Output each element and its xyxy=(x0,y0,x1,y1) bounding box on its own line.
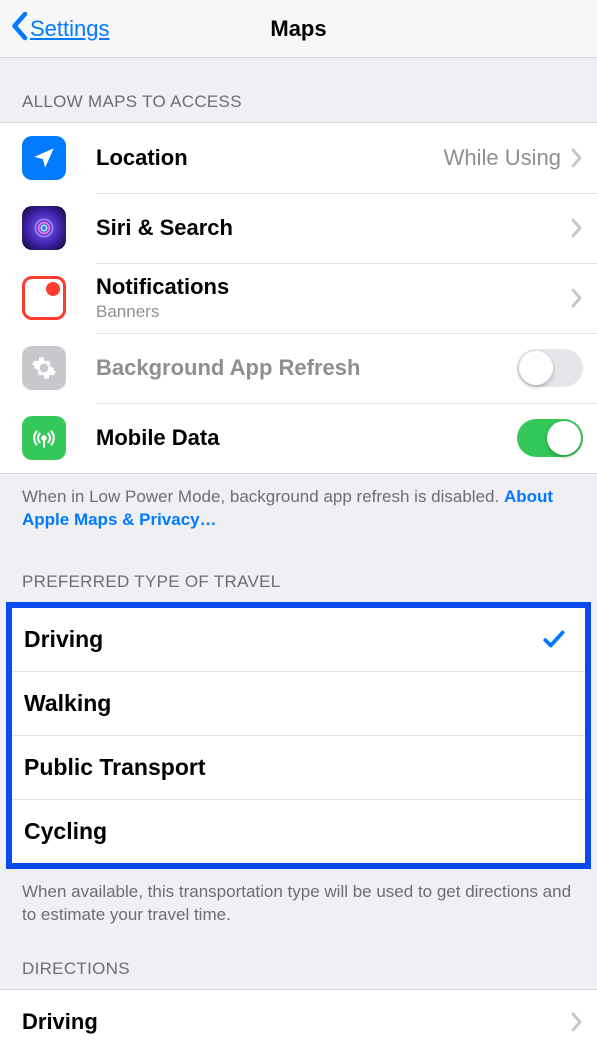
travel-type-group: Driving Walking Public Transport Cycling xyxy=(6,602,591,869)
navigation-bar: Settings Maps xyxy=(0,0,597,58)
chevron-right-icon xyxy=(571,1012,583,1032)
travel-footer: When available, this transportation type… xyxy=(0,869,597,941)
section-header-directions: DIRECTIONS xyxy=(0,941,597,989)
row-notifications-subtitle: Banners xyxy=(96,302,571,322)
row-notifications-title: Notifications xyxy=(96,274,571,300)
travel-option-label: Public Transport xyxy=(24,754,205,781)
chevron-left-icon xyxy=(10,11,28,47)
access-footer: When in Low Power Mode, background app r… xyxy=(0,474,597,546)
mobile-data-toggle[interactable] xyxy=(517,419,583,457)
back-label: Settings xyxy=(30,16,110,42)
chevron-right-icon xyxy=(571,288,583,308)
directions-row-label: Driving xyxy=(22,1009,98,1035)
row-siri-title: Siri & Search xyxy=(96,215,571,241)
antenna-icon xyxy=(22,416,66,460)
travel-option-label: Driving xyxy=(24,626,103,653)
chevron-right-icon xyxy=(571,148,583,168)
row-mobile-title: Mobile Data xyxy=(96,425,517,451)
row-mobile-data[interactable]: Mobile Data xyxy=(0,403,597,473)
access-list: Location While Using Siri & Search xyxy=(0,122,597,474)
travel-option-label: Walking xyxy=(24,690,111,717)
row-notifications[interactable]: Notifications Banners xyxy=(0,263,597,333)
chevron-right-icon xyxy=(571,218,583,238)
row-refresh-title: Background App Refresh xyxy=(96,355,517,381)
section-header-access: ALLOW MAPS TO ACCESS xyxy=(0,58,597,122)
gear-icon xyxy=(22,346,66,390)
location-arrow-icon xyxy=(22,136,66,180)
access-footer-text: When in Low Power Mode, background app r… xyxy=(22,487,504,506)
checkmark-icon xyxy=(541,626,567,652)
travel-option-driving[interactable]: Driving xyxy=(12,608,585,671)
directions-row-driving[interactable]: Driving xyxy=(0,989,597,1055)
travel-option-cycling[interactable]: Cycling xyxy=(12,799,585,863)
travel-option-label: Cycling xyxy=(24,818,107,845)
travel-option-walking[interactable]: Walking xyxy=(12,671,585,735)
siri-icon xyxy=(22,206,66,250)
row-location-detail: While Using xyxy=(444,145,561,171)
travel-option-public-transport[interactable]: Public Transport xyxy=(12,735,585,799)
back-button[interactable]: Settings xyxy=(0,11,116,47)
background-refresh-toggle xyxy=(517,349,583,387)
row-siri-search[interactable]: Siri & Search xyxy=(0,193,597,263)
notifications-icon xyxy=(22,276,66,320)
row-background-refresh: Background App Refresh xyxy=(0,333,597,403)
row-location-title: Location xyxy=(96,145,444,171)
row-location[interactable]: Location While Using xyxy=(0,123,597,193)
section-header-travel: PREFERRED TYPE OF TRAVEL xyxy=(0,546,597,602)
